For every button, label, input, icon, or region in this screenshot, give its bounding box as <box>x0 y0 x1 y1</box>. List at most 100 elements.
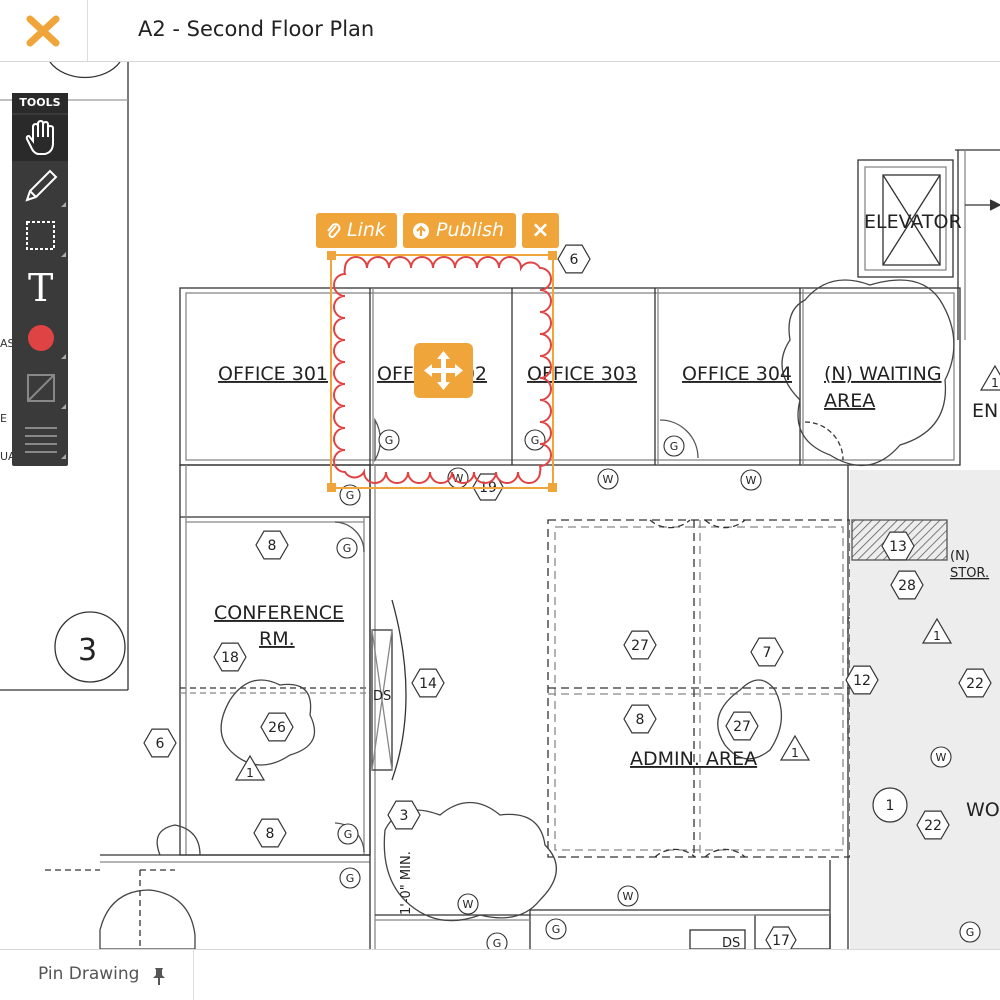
triangle-tag: 1 <box>979 364 1000 391</box>
tools-palette: TOOLS T <box>12 93 68 466</box>
room-label-waiting-line2: AREA <box>824 390 875 412</box>
hex-tag: 27 <box>623 630 657 660</box>
room-label-storage-line2: STOR. <box>950 566 989 581</box>
svg-text:1: 1 <box>791 746 799 760</box>
svg-text:W: W <box>623 890 634 903</box>
door-tag: G <box>337 823 359 845</box>
svg-text:3: 3 <box>400 808 409 824</box>
room-label-storage-line1: (N) <box>950 549 970 564</box>
color-tool[interactable] <box>12 315 68 361</box>
hex-tag: 8 <box>623 704 657 734</box>
publish-label: Publish <box>436 219 505 241</box>
hex-tag: 18 <box>213 642 247 672</box>
window-tag: W <box>457 893 479 915</box>
publish-button[interactable]: Publish <box>403 213 516 248</box>
hex-tag: 8 <box>255 530 289 560</box>
move-handle[interactable] <box>414 343 473 398</box>
annotation-close-icon: × <box>531 218 550 243</box>
svg-text:1: 1 <box>991 376 999 390</box>
link-label: Link <box>347 219 386 241</box>
door-label-ds: DS <box>373 689 391 704</box>
svg-text:G: G <box>385 434 394 447</box>
selection-tool[interactable] <box>12 213 68 259</box>
door-tag: G <box>545 918 567 940</box>
svg-text:22: 22 <box>966 676 984 692</box>
close-button[interactable] <box>0 0 88 61</box>
svg-text:14: 14 <box>419 676 437 692</box>
pin-drawing-button[interactable]: Pin Drawing <box>38 964 139 984</box>
pushpin-icon[interactable] <box>152 967 166 985</box>
window-tag: W <box>740 469 762 491</box>
room-label-waiting-line1: (N) WAITING <box>824 363 942 385</box>
door-label-ds-2: DS <box>722 936 740 949</box>
room-label-office-303: OFFICE 303 <box>527 363 637 385</box>
room-label-en: EN <box>972 400 998 422</box>
hex-tag: 17 <box>765 926 797 949</box>
svg-text:W: W <box>746 474 757 487</box>
svg-text:T: T <box>28 266 53 309</box>
svg-text:22: 22 <box>924 818 942 834</box>
room-label-wo: WO <box>966 799 1000 821</box>
svg-text:27: 27 <box>631 638 649 654</box>
window-tag: W <box>597 468 619 490</box>
svg-text:28: 28 <box>898 578 916 594</box>
stroke-width-tool[interactable] <box>12 415 68 461</box>
circle-tag: 1 <box>872 787 908 823</box>
tools-header: TOOLS <box>12 93 68 113</box>
hand-tool[interactable] <box>12 115 68 161</box>
pencil-tool[interactable] <box>12 163 68 209</box>
svg-text:6: 6 <box>570 252 579 268</box>
svg-text:W: W <box>936 751 947 764</box>
svg-text:26: 26 <box>268 720 286 736</box>
svg-text:7: 7 <box>763 645 772 661</box>
slash-box-icon <box>27 374 55 402</box>
footer-bar: Pin Drawing <box>0 949 1000 1000</box>
pencil-icon <box>25 169 58 202</box>
line-style-tool[interactable] <box>12 365 68 411</box>
room-label-conference-line1: CONFERENCE <box>214 602 344 624</box>
svg-text:8: 8 <box>268 538 277 554</box>
svg-text:8: 8 <box>266 826 275 842</box>
door-tag: G <box>959 921 981 943</box>
svg-text:W: W <box>603 473 614 486</box>
hand-icon <box>25 119 54 155</box>
room-label-admin: ADMIN. AREA <box>630 748 757 770</box>
room-label-office-301: OFFICE 301 <box>218 363 328 385</box>
svg-text:G: G <box>346 489 355 502</box>
svg-text:27: 27 <box>733 719 751 735</box>
svg-text:G: G <box>343 542 352 555</box>
red-circle-icon <box>28 325 54 351</box>
svg-text:G: G <box>670 440 679 453</box>
svg-text:12: 12 <box>853 673 871 689</box>
text-tool[interactable]: T <box>12 263 68 310</box>
hex-tag: 3 <box>387 800 421 830</box>
svg-text:G: G <box>966 926 975 939</box>
svg-text:6: 6 <box>156 736 165 752</box>
svg-text:17: 17 <box>772 933 790 949</box>
header-bar: A2 - Second Floor Plan <box>0 0 1000 62</box>
paperclip-icon <box>327 223 341 238</box>
svg-text:1: 1 <box>933 629 941 643</box>
dashed-rect-icon <box>26 221 55 250</box>
svg-text:G: G <box>493 937 502 949</box>
move-arrows-icon <box>424 351 463 390</box>
hex-tag: 8 <box>253 818 287 848</box>
svg-text:W: W <box>463 898 474 911</box>
link-button[interactable]: Link <box>316 213 397 248</box>
triangle-tag: 1 <box>779 734 811 761</box>
svg-text:G: G <box>531 434 540 447</box>
page-title: A2 - Second Floor Plan <box>138 17 375 41</box>
lines-icon <box>25 427 57 453</box>
annotation-close-button[interactable]: × <box>522 213 559 248</box>
floor-plan-canvas[interactable]: OFFICE 301 OFFICE 302 OFFICE 303 OFFICE … <box>0 62 1000 949</box>
door-tag: G <box>663 435 685 457</box>
svg-text:18: 18 <box>221 650 239 666</box>
close-x-icon <box>26 15 60 47</box>
upload-circle-icon <box>413 223 429 239</box>
window-tag: W <box>930 746 952 768</box>
hex-tag: 27 <box>725 711 759 741</box>
side-fragment-2: E <box>0 412 7 425</box>
door-tag: G <box>486 932 508 949</box>
text-T-icon: T <box>28 266 53 310</box>
door-tag: G <box>524 429 546 451</box>
